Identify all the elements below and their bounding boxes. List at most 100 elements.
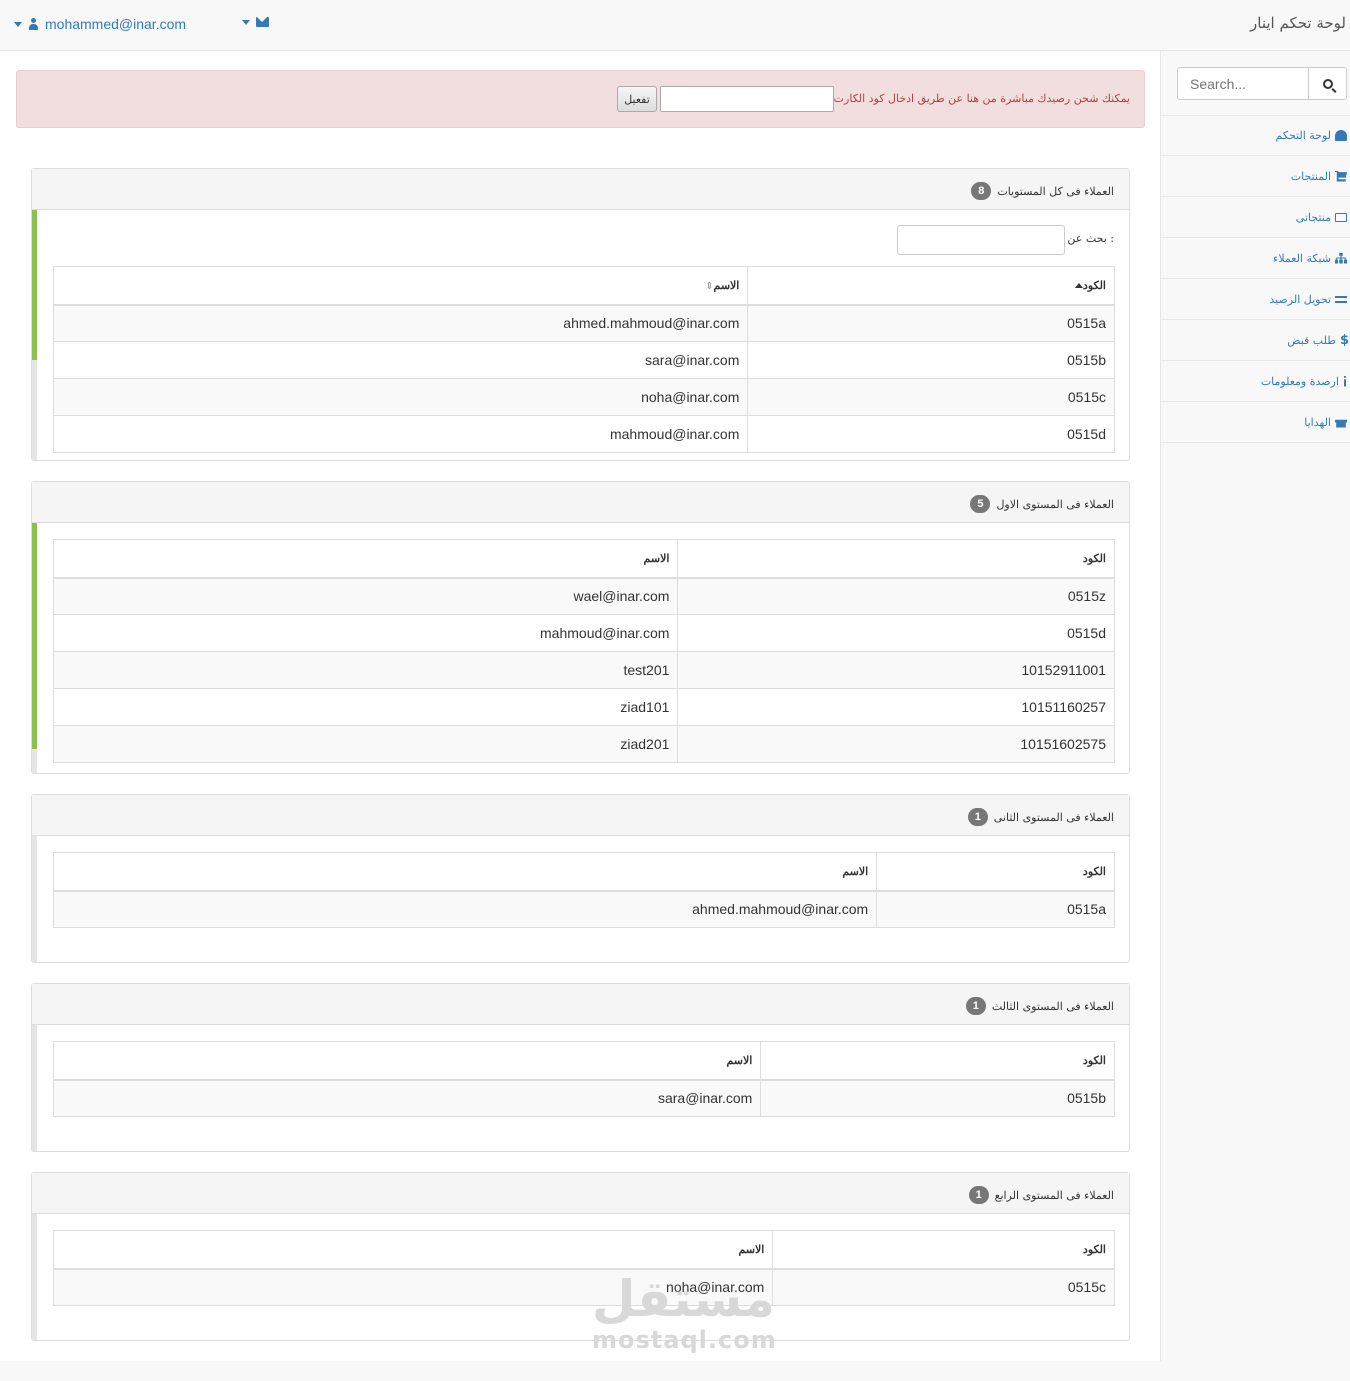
panel-heading: العملاء فى المستوى الثانى 1	[32, 795, 1129, 836]
cell-code: 10152911001	[677, 651, 1115, 689]
table-row: sara@inar.com 0515b	[52, 1079, 1115, 1117]
sidebar-item-balances-info[interactable]: ارصدة ومعلومات	[1161, 361, 1350, 402]
cell-code: 10151602575	[677, 725, 1115, 763]
user-menu[interactable]: mohammed@inar.com	[14, 16, 186, 32]
sidebar-item-balance-transfer[interactable]: تحويل الرصيد	[1161, 279, 1350, 320]
cell-code: 10151160257	[677, 688, 1115, 726]
sitemap-icon	[1335, 252, 1347, 264]
count-badge: 1	[967, 808, 988, 826]
panel-all-levels: العملاء فى كل المستويات 8 .panel-body.gr…	[31, 168, 1130, 461]
table-row: ziad101 10151160257	[52, 688, 1115, 726]
panel-body: الاسم الكود sara@inar.com 0515b	[32, 1025, 1129, 1151]
folder-open-icon	[1335, 212, 1347, 222]
customers-table: الاسم الكود noha@inar.com 0515c	[52, 1230, 1115, 1306]
table-search-input[interactable]	[897, 225, 1065, 255]
cell-name: sara@inar.com	[52, 1079, 762, 1117]
sidebar-item-customer-network[interactable]: شبكة العملاء	[1161, 238, 1350, 279]
panel-body: الاسم الكود wael@inar.com 0515z mahmoud@…	[32, 523, 1129, 773]
column-header-name[interactable]: الاسم	[52, 266, 749, 306]
sidebar-item-label: طلب قبض	[1287, 333, 1336, 347]
column-header-code: الكود	[876, 852, 1115, 892]
envelope-icon	[256, 17, 269, 27]
sidebar-item-label: تحويل الرصيد	[1269, 292, 1331, 306]
cell-name: sara@inar.com	[52, 341, 749, 379]
panel-level-4: العملاء فى المستوى الرابع 1 الاسم الكود …	[31, 1172, 1130, 1341]
sidebar-menu: لوحة التحكم المنتجات منتجاتى شبكة العملا…	[1161, 115, 1350, 443]
column-header-name: الاسم	[52, 852, 878, 892]
sidebar-item-label: شبكة العملاء	[1273, 251, 1331, 265]
customers-table: الاسم الكود ahmed.mahmoud@inar.com 0515a…	[52, 266, 1115, 453]
messages-menu[interactable]	[242, 17, 269, 27]
search-input[interactable]	[1177, 67, 1309, 100]
table-row: noha@inar.com 0515c	[52, 378, 1115, 416]
customers-table: الاسم الكود wael@inar.com 0515z mahmoud@…	[52, 539, 1115, 763]
customers-table: الاسم الكود ahmed.mahmoud@inar.com 0515a	[52, 852, 1115, 928]
cell-code: 0515z	[677, 577, 1115, 615]
panel-heading: العملاء فى كل المستويات 8	[32, 169, 1129, 210]
watermark-logo: مستقل	[592, 1270, 775, 1328]
column-header-code: الكود	[677, 539, 1115, 579]
card-code-input[interactable]	[660, 86, 834, 112]
sort-asc-icon	[1073, 279, 1083, 292]
cell-name: wael@inar.com	[52, 577, 679, 615]
cell-code: 0515d	[747, 415, 1115, 453]
cell-code: 0515c	[747, 378, 1115, 416]
cell-name: mahmoud@inar.com	[52, 614, 679, 652]
sidebar-item-products[interactable]: المنتجات	[1161, 156, 1350, 197]
panel-title-text: العملاء فى المستوى الرابع	[994, 1188, 1114, 1202]
panel-title-text: العملاء فى كل المستويات	[997, 184, 1114, 198]
search-button[interactable]	[1308, 67, 1347, 100]
shopping-cart-icon	[1335, 170, 1347, 182]
cell-name: mahmoud@inar.com	[52, 415, 749, 453]
cell-name: ahmed.mahmoud@inar.com	[52, 304, 749, 342]
sidebar-item-gifts[interactable]: الهدايا	[1161, 402, 1350, 443]
sidebar-item-withdraw-request[interactable]: طلب قبض $	[1161, 320, 1350, 361]
table-row: ahmed.mahmoud@inar.com 0515a	[52, 890, 1115, 928]
table-row: wael@inar.com 0515z	[52, 577, 1115, 615]
cell-name: ahmed.mahmoud@inar.com	[52, 890, 878, 928]
exchange-icon	[1335, 294, 1347, 304]
search-icon	[1322, 78, 1333, 89]
panel-title: العملاء فى المستوى الاول 5	[970, 495, 1114, 513]
count-badge: 5	[970, 495, 991, 513]
count-badge: 8	[971, 182, 992, 200]
table-row: ahmed.mahmoud@inar.com 0515a	[52, 304, 1115, 342]
recharge-alert: تفعيل يمكنك شحن رصيدك مباشرة من هنا عن ط…	[16, 70, 1145, 128]
table-row: mahmoud@inar.com 0515d	[52, 415, 1115, 453]
column-header-name: الاسم	[52, 539, 679, 579]
panel-body: الاسم الكود ahmed.mahmoud@inar.com 0515a	[32, 836, 1129, 962]
panel-body: .panel-body.green-bar.p1:before{height:1…	[32, 210, 1129, 460]
cell-name: noha@inar.com	[52, 378, 749, 416]
panel-title: العملاء فى المستوى الثانى 1	[967, 808, 1114, 826]
table-search-label: بحث عن :	[1067, 232, 1114, 245]
panel-level-2: العملاء فى المستوى الثانى 1 الاسم الكود …	[31, 794, 1130, 963]
cell-code: 0515b	[747, 341, 1115, 379]
sidebar-item-label: منتجاتى	[1295, 210, 1331, 224]
cell-name: ziad101	[52, 688, 679, 726]
activate-button[interactable]: تفعيل	[617, 86, 657, 112]
watermark-url: mostaql.com	[592, 1326, 777, 1354]
sidebar-search	[1177, 67, 1347, 100]
column-header-code[interactable]: الكود	[747, 266, 1115, 306]
sidebar-item-my-products[interactable]: منتجاتى	[1161, 197, 1350, 238]
panel-title-text: العملاء فى المستوى الاول	[996, 497, 1114, 511]
table-row: noha@inar.com 0515c	[52, 1268, 1115, 1306]
sort-icon	[704, 279, 713, 292]
user-email: mohammed@inar.com	[45, 16, 187, 32]
column-header-code: الكود	[772, 1230, 1115, 1270]
column-header-name: الاسم	[52, 1041, 762, 1081]
cell-code: 0515c	[772, 1268, 1115, 1306]
cell-name: ziad201	[52, 725, 679, 763]
table-row: test201 10152911001	[52, 651, 1115, 689]
sidebar-item-dashboard[interactable]: لوحة التحكم	[1161, 115, 1350, 156]
dollar-icon: $	[1340, 332, 1350, 348]
sidebar: لوحة التحكم المنتجات منتجاتى شبكة العملا…	[1160, 51, 1350, 1361]
sidebar-item-label: ارصدة ومعلومات	[1260, 374, 1339, 388]
brand-title[interactable]: لوحة تحكم اينار	[1250, 14, 1346, 32]
info-icon	[1344, 375, 1346, 387]
panel-level-1: العملاء فى المستوى الاول 5 الاسم الكود w…	[31, 481, 1130, 774]
panel-title: العملاء فى المستوى الرابع 1	[968, 1186, 1114, 1204]
sidebar-item-label: لوحة التحكم	[1275, 129, 1331, 142]
table-row: mahmoud@inar.com 0515d	[52, 614, 1115, 652]
panel-title-text: العملاء فى المستوى الثانى	[993, 810, 1114, 824]
